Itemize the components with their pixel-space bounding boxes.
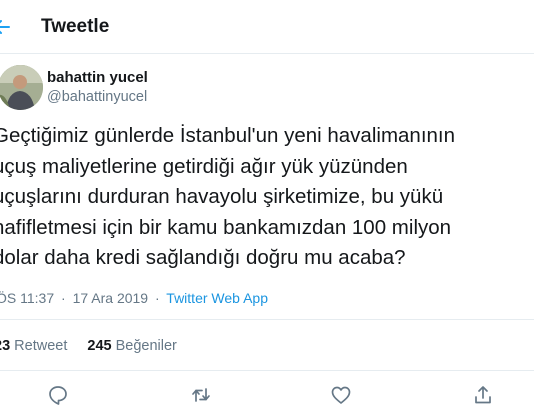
tweet-source-link[interactable]: Twitter Web App <box>166 290 268 306</box>
meta-separator: · <box>154 290 160 306</box>
arrow-left-icon[interactable] <box>0 17 12 37</box>
tweet-line: dolar daha kredi sağlandığı doğru mu aca… <box>0 246 406 269</box>
tweet-time[interactable]: ÖS 11:37 <box>0 290 54 306</box>
reply-icon[interactable] <box>47 384 69 406</box>
meta-separator: · <box>61 290 66 306</box>
tweet-date[interactable]: 17 Ara 2019 <box>73 290 149 306</box>
avatar[interactable] <box>0 65 43 110</box>
author-handle[interactable]: @bahattinyucel <box>47 89 147 105</box>
retweet-count: 23 <box>0 338 11 354</box>
tweet-line: hafifletmesi için bir kamu bankamızdan 1… <box>0 215 452 239</box>
tweet-line: uçuşlarını durduran havayolu şirketimize… <box>0 185 444 208</box>
retweet-icon[interactable] <box>190 384 212 406</box>
author-name[interactable]: bahattin yucel <box>47 69 148 86</box>
tweet-line: Geçtiğimiz günlerde İstanbul'un yeni hav… <box>0 124 456 147</box>
divider <box>0 370 534 371</box>
tweet-text: Geçtiğimiz günlerde İstanbul'un yeni hav… <box>0 121 534 274</box>
retweet-label: Retweet <box>14 338 68 354</box>
retweets-stat[interactable]: 23 Retweet <box>0 338 67 354</box>
top-bar: Tweetle <box>0 0 534 54</box>
tweet-line: uçuş maliyetlerine getirdiği ağır yük yü… <box>0 154 408 178</box>
divider <box>0 319 534 320</box>
share-icon[interactable] <box>472 384 494 406</box>
tweet-meta: ÖS 11:37 · 17 Ara 2019 · Twitter Web App <box>0 290 268 306</box>
likes-stat[interactable]: 245 Beğeniler <box>87 338 177 354</box>
like-label: Beğeniler <box>115 338 177 354</box>
like-icon[interactable] <box>330 384 352 406</box>
page-title: Tweetle <box>41 16 110 37</box>
like-count: 245 <box>87 338 112 354</box>
tweet-stats: 23 Retweet 245 Beğeniler <box>0 338 177 354</box>
